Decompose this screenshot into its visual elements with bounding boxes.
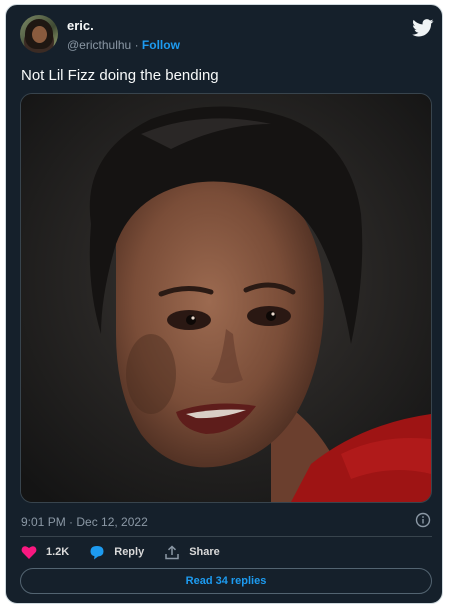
user-handle[interactable]: @ericthulhu [67, 38, 131, 52]
separator-dot: · [134, 38, 139, 52]
media-photo [21, 94, 431, 502]
tweet-text: Not Lil Fizz doing the bending [21, 67, 219, 84]
read-replies-button[interactable]: Read 34 replies [20, 568, 432, 594]
like-count: 1.2K [46, 546, 70, 558]
info-icon[interactable] [415, 512, 431, 528]
share-button[interactable]: Share [164, 544, 220, 560]
reply-label: Reply [114, 546, 145, 558]
heart-icon [21, 545, 37, 559]
speech-bubble-icon [90, 545, 104, 559]
action-bar: 1.2K Reply Share [21, 543, 240, 561]
avatar[interactable] [20, 15, 58, 53]
tweet-timestamp[interactable]: 9:01 PM · Dec 12, 2022 [21, 515, 148, 529]
tweet-media-image[interactable] [20, 93, 432, 503]
divider [20, 536, 432, 537]
share-icon [165, 544, 179, 559]
share-label: Share [189, 546, 220, 558]
display-name[interactable]: eric. [67, 18, 94, 33]
twitter-bird-icon[interactable] [412, 19, 434, 37]
like-button[interactable]: 1.2K [21, 545, 69, 560]
reply-button[interactable]: Reply [89, 545, 144, 560]
tweet-embed-card: eric. @ericthulhu · Follow Not Lil Fizz … [5, 4, 443, 604]
handle-line: @ericthulhu · Follow [67, 38, 180, 52]
follow-link[interactable]: Follow [142, 38, 180, 52]
